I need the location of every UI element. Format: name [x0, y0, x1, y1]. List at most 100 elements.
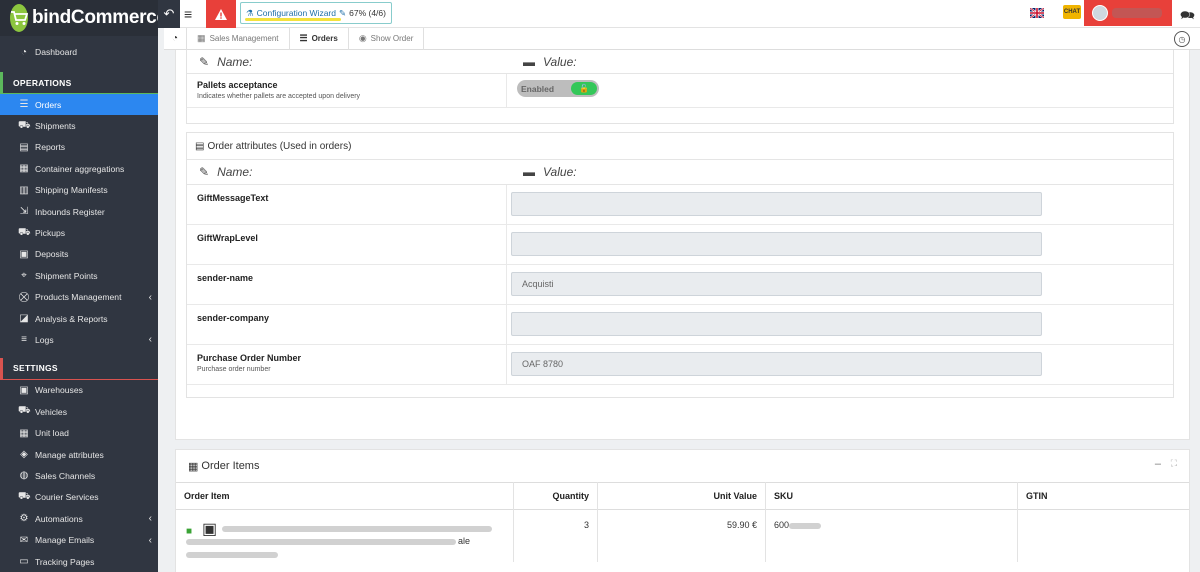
breadcrumb-orders[interactable]: ☰ Orders	[290, 27, 349, 50]
attribute-value-field[interactable]	[511, 312, 1042, 336]
warehouse-icon: ▣	[19, 384, 29, 396]
chart-icon: ◪	[19, 313, 29, 325]
order-attributes-list: GiftMessageText GiftWrapLevel sender-name A…	[187, 185, 1173, 385]
column-header[interactable]: Order Item	[176, 482, 514, 510]
sidebar-item-shipment-points[interactable]: ⌖ Shipment Points	[0, 265, 158, 286]
user-menu[interactable]	[1084, 0, 1172, 26]
breadcrumb-show-order[interactable]: ◉ Show Order	[349, 27, 425, 50]
messages-icon[interactable]: 🗪	[1180, 6, 1195, 27]
collapse-icon[interactable]: –	[1155, 458, 1161, 470]
name-header: Name:	[217, 54, 253, 69]
breadcrumb-sales-management[interactable]: ▦ Sales Management	[187, 27, 290, 50]
value-icon: ▬	[523, 165, 535, 179]
pickup-icon: ⛟	[18, 226, 31, 238]
attribute-description: Indicates whether pallets are accepted u…	[197, 93, 361, 100]
main-content: ✎ Name: ▬ Value: Pallets acceptance Indi…	[175, 50, 1190, 572]
column-header[interactable]: GTIN	[1018, 482, 1189, 510]
sidebar-item-automations[interactable]: ⚙ Automations ‹	[0, 508, 158, 529]
sidebar-item-orders[interactable]: ☰ Orders	[0, 94, 158, 116]
sidebar-item-label: Orders	[35, 99, 62, 110]
sidebar-item-container-aggregations[interactable]: ▦ Container aggregations	[0, 158, 158, 179]
sidebar-item-label: Shipping Manifests	[35, 185, 108, 196]
attribute-description: Purchase order number	[197, 366, 271, 373]
clipboard-icon: ▤	[195, 140, 205, 152]
report-icon: ▤	[19, 141, 29, 153]
history-clock-icon[interactable]: ◷	[1174, 31, 1190, 47]
attribute-row-pallets: Pallets acceptance Indicates whether pal…	[187, 74, 1173, 108]
sidebar-item-courier-services[interactable]: ⛟ Courier Services	[0, 487, 158, 508]
sidebar-item-reports[interactable]: ▤ Reports	[0, 137, 158, 158]
name-header: Name:	[217, 165, 253, 179]
sidebar-item-shipments[interactable]: ⛟ Shipments	[0, 115, 158, 136]
sidebar-item-label: Dashboard	[35, 47, 78, 57]
sidebar-item-label: Products Management	[35, 292, 122, 303]
sidebar-item-dashboard[interactable]: ◔ Dashboard	[0, 42, 158, 62]
sidebar-item-vehicles[interactable]: ⛟ Vehicles	[0, 401, 158, 422]
attribute-value-field[interactable]	[511, 192, 1042, 216]
chevron-left-icon: ‹	[148, 534, 152, 546]
sidebar-item-label: Reports	[35, 142, 66, 153]
top-bar: ↶ ≡ ⚗ Configuration Wizard ✎ 67% (4/6) C…	[158, 0, 1200, 28]
manifest-icon: ▥	[19, 184, 29, 196]
sidebar-item-manage-attributes[interactable]: ◈ Manage attributes	[0, 444, 158, 465]
attribute-value-field[interactable]: OAF 8780	[511, 352, 1042, 376]
sidebar-item-shipping-manifests[interactable]: ▥ Shipping Manifests	[0, 180, 158, 201]
hamburger-menu-icon[interactable]: ≡	[184, 6, 192, 22]
pallets-toggle[interactable]: Enabled 🔓	[517, 80, 599, 97]
sidebar: bindCommerce ◔ Dashboard OPERATIONS ☰ Ord…	[0, 0, 167, 572]
expand-icon[interactable]: ⛶	[1171, 458, 1177, 469]
chat-icon[interactable]: CHAT	[1063, 5, 1081, 19]
sidebar-item-unit-load[interactable]: ▦ Unit load	[0, 422, 158, 443]
order-attributes-header: ✎ Name: ▬ Value:	[187, 159, 1173, 185]
column-header[interactable]: Unit Value	[598, 482, 766, 510]
sidebar-item-logs[interactable]: ≡ Logs ‹	[0, 329, 158, 350]
envelope-icon: ✉	[19, 534, 29, 546]
sidebar-item-analysis-reports[interactable]: ◪ Analysis & Reports	[0, 308, 158, 329]
attribute-value-field[interactable]: Acquisti	[511, 272, 1042, 296]
uk-flag-icon[interactable]	[1030, 8, 1044, 18]
brand-header[interactable]: bindCommerce	[0, 0, 167, 36]
column-header[interactable]: SKU	[766, 482, 1018, 510]
order-items-title: ▦ Order Items – ⛶	[188, 458, 1177, 473]
item-name-redacted	[186, 552, 278, 558]
value-icon: ▬	[523, 54, 535, 69]
cart-icon: ⛒	[18, 291, 30, 303]
column-header[interactable]: Quantity	[514, 482, 598, 510]
item-name-redacted	[222, 526, 492, 532]
section-operations: OPERATIONS	[0, 72, 158, 94]
sidebar-item-deposits[interactable]: ▣ Deposits	[0, 244, 158, 265]
home-icon[interactable]: ◔	[164, 27, 188, 50]
edit-icon: ✎	[199, 54, 210, 69]
configuration-wizard-button[interactable]: ⚗ Configuration Wizard ✎ 67% (4/6)	[240, 2, 392, 24]
sidebar-item-manage-emails[interactable]: ✉ Manage Emails ‹	[0, 529, 158, 550]
sidebar-item-label: Unit load	[35, 428, 69, 439]
value-header: Value:	[543, 165, 577, 179]
sidebar-item-warehouses[interactable]: ▣ Warehouses	[0, 380, 158, 401]
sales-management-icon: ▦	[197, 33, 206, 43]
wizard-label: Configuration Wizard	[256, 8, 336, 18]
boxes-icon: ▦	[188, 460, 199, 473]
sidebar-item-label: Courier Services	[35, 492, 99, 503]
table-row[interactable]: ■ ▣ ale 3 59.90 € 600	[176, 510, 1189, 562]
attribute-name: Pallets acceptance Indicates whether pal…	[187, 74, 507, 107]
sales-channel-icon: ◍	[19, 470, 29, 482]
edit-icon: ✎	[199, 165, 210, 179]
tracking-icon: ▭	[19, 556, 29, 567]
eye-icon: ◉	[358, 33, 367, 43]
list-icon: ☰	[299, 33, 308, 43]
order-items-panel: ▦ Order Items – ⛶ Order Item Quantity Un…	[175, 449, 1190, 572]
sidebar-item-sales-channels[interactable]: ◍ Sales Channels	[0, 465, 158, 486]
sidebar-item-pickups[interactable]: ⛟ Pickups	[0, 222, 158, 243]
attribute-row: sender-company	[187, 305, 1173, 345]
attributes-header: ✎ Name: ▬ Value:	[187, 50, 1173, 74]
sidebar-item-inbounds-register[interactable]: ⇲ Inbounds Register	[0, 201, 158, 222]
alert-button[interactable]	[206, 0, 236, 28]
sidebar-item-label: Shipment Points	[35, 270, 98, 281]
item-name-redacted	[186, 539, 456, 545]
sidebar-item-tracking-pages[interactable]: ▭ Tracking Pages	[0, 551, 158, 572]
sidebar-item-products-management[interactable]: ⛒ Products Management ‹	[0, 287, 158, 308]
list-icon: ≡	[21, 334, 27, 346]
value-header: Value:	[543, 54, 577, 69]
attribute-value-field[interactable]	[511, 232, 1042, 256]
back-arrow-icon[interactable]: ↶	[158, 0, 180, 28]
